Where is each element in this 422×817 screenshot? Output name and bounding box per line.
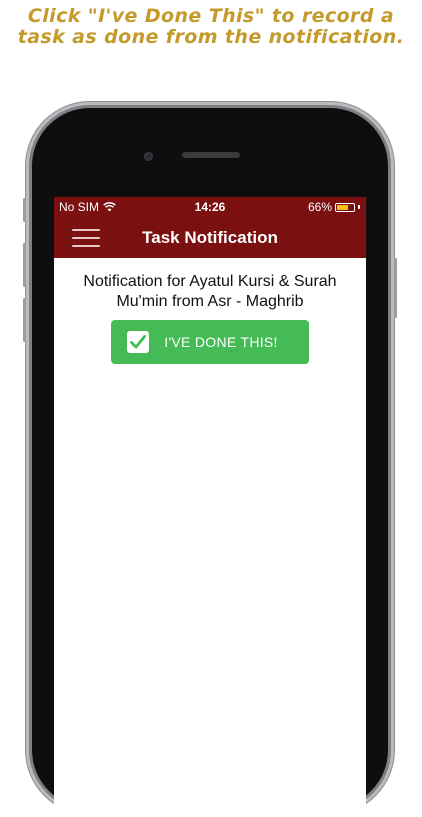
caption-line-1: Click "I've Done This" to record a: [27, 5, 395, 27]
navigation-bar: Task Notification: [54, 217, 366, 258]
checkbox-check-icon: [127, 331, 149, 353]
battery-tip: [358, 205, 360, 209]
phone-side-button-power: [394, 258, 397, 318]
battery-icon: [335, 202, 355, 212]
battery-percent: 66%: [307, 200, 332, 214]
phone-screen: No SIM 14:26 66% Task Notification Notif…: [54, 197, 366, 817]
phone-side-button-volume-up: [23, 243, 26, 287]
promo-caption: Click "I've Done This" to record a task …: [0, 6, 422, 48]
status-bar: No SIM 14:26 66%: [54, 197, 366, 217]
phone-frame: No SIM 14:26 66% Task Notification Notif…: [23, 108, 397, 817]
caption-line-2: task as done from the notification.: [17, 26, 405, 48]
ive-done-this-label: I'VE DONE THIS!: [164, 334, 278, 350]
status-right: 66%: [308, 200, 360, 214]
phone-side-button-volume-down: [23, 298, 26, 342]
phone-side-button-mute: [23, 198, 26, 222]
front-camera-icon: [144, 152, 153, 161]
earpiece-speaker: [182, 152, 240, 158]
notification-content: Notification for Ayatul Kursi & Surah Mu…: [54, 258, 366, 364]
battery-level-fill: [337, 204, 348, 210]
page-title: Task Notification: [142, 228, 278, 247]
notification-text: Notification for Ayatul Kursi & Surah Mu…: [83, 273, 337, 310]
ive-done-this-button[interactable]: I'VE DONE THIS!: [111, 320, 309, 364]
